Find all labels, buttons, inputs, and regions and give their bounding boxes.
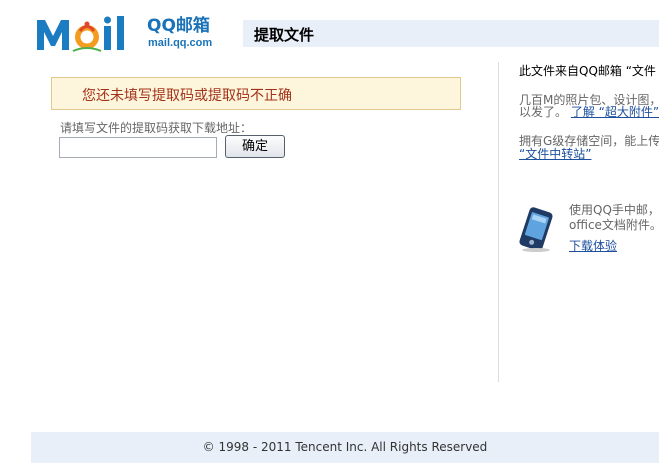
- sidebar-text-storage-cont: “文件中转站”: [519, 146, 591, 162]
- mobile-promo-text-cont: office文档附件。: [569, 218, 659, 232]
- sidebar-title: 此文件来自QQ邮箱 “文件: [519, 64, 656, 78]
- error-message: 您还未填写提取码或提取码不正确: [82, 88, 292, 104]
- footer: © 1998 - 2011 Tencent Inc. All Rights Re…: [31, 432, 659, 463]
- mail-logo-icon: [37, 16, 124, 52]
- page-title: 提取文件: [254, 26, 315, 44]
- confirm-button[interactable]: 确定: [225, 135, 285, 158]
- column-divider: [498, 62, 499, 382]
- learn-large-attachment-link[interactable]: 了解 “超大附件”: [571, 105, 659, 119]
- code-prompt-label: 请填写文件的提取码获取下载地址：: [60, 121, 253, 135]
- mobile-promo-text: 使用QQ手中邮，: [569, 203, 659, 217]
- sidebar-text-large-attachment-cont: 以发了。 了解 “超大附件”: [519, 104, 659, 120]
- page-title-bar: 提取文件: [243, 20, 659, 47]
- brand-domain: mail.qq.com: [148, 37, 213, 49]
- extraction-code-input[interactable]: [59, 137, 217, 158]
- copyright-text: © 1998 - 2011 Tencent Inc. All Rights Re…: [202, 440, 488, 454]
- download-trial-link[interactable]: 下载体验: [569, 239, 617, 253]
- sidebar-text: 以发了。: [519, 105, 568, 119]
- error-message-box: 您还未填写提取码或提取码不正确: [51, 77, 461, 110]
- download-trial-container: 下载体验: [569, 238, 617, 254]
- qq-mail-logo[interactable]: QQ邮箱 mail.qq.com: [35, 14, 225, 54]
- mobile-phone-icon: [519, 207, 553, 252]
- file-transfer-station-link[interactable]: “文件中转站”: [519, 147, 591, 161]
- brand-name: QQ邮箱: [147, 16, 210, 36]
